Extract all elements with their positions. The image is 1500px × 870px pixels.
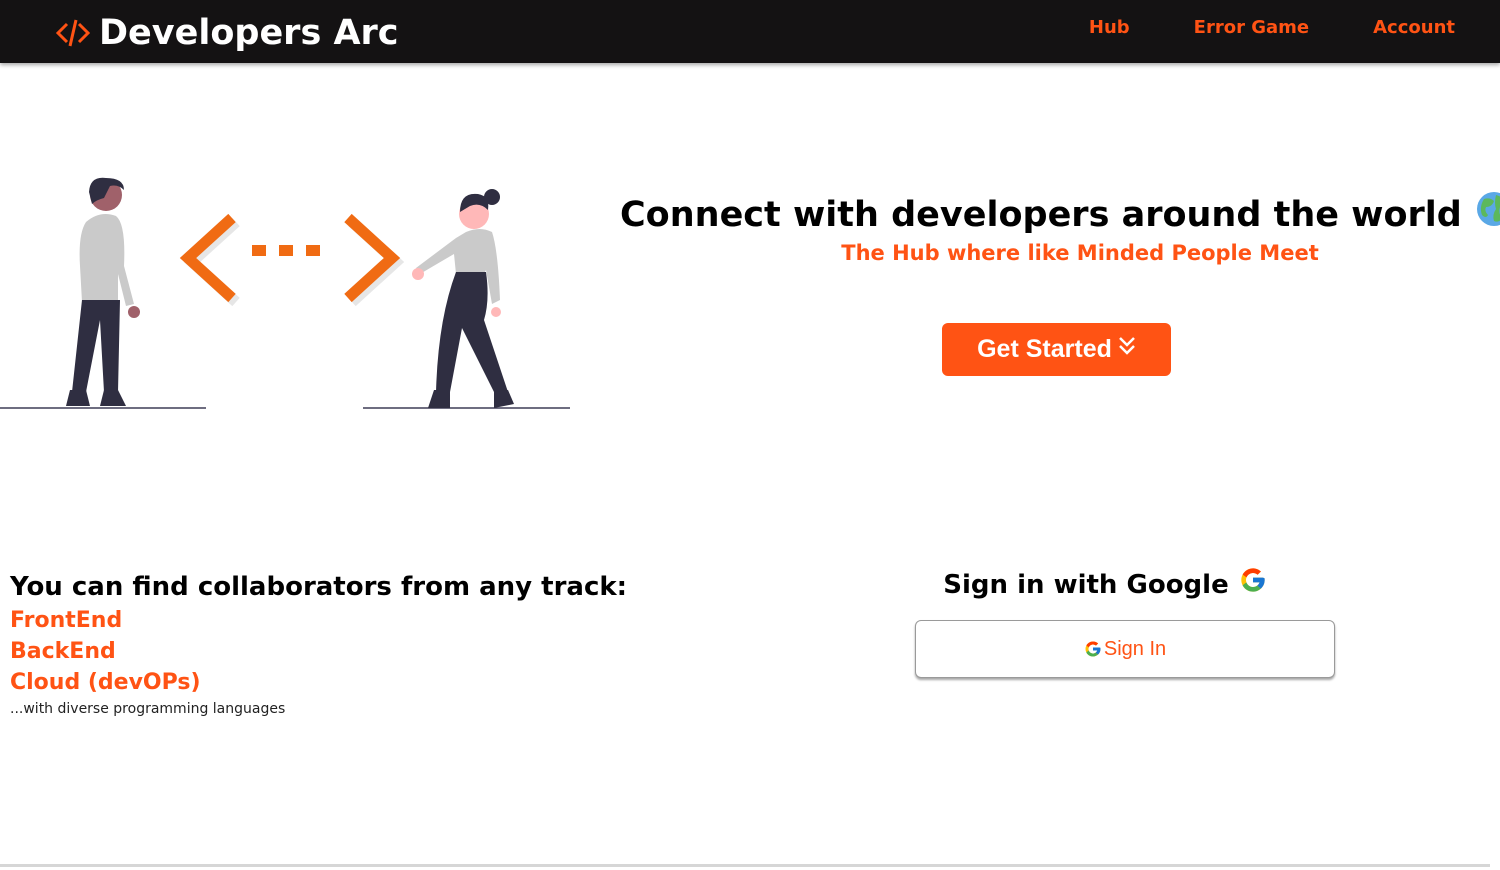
google-icon	[1085, 641, 1101, 657]
google-sign-in-button[interactable]: Sign In	[915, 620, 1335, 678]
code-brackets-icon	[56, 19, 90, 47]
double-chevron-down-icon	[1118, 336, 1135, 355]
sign-in-label: Sign In	[1103, 637, 1167, 660]
brand[interactable]: Developers Arc	[56, 8, 399, 58]
tracks-heading: You can find collaborators from any trac…	[10, 572, 628, 602]
nav-link-account[interactable]: Account	[1373, 17, 1455, 38]
track-item-cloud: Cloud (devOPs)	[10, 670, 201, 695]
signin-heading-text: Sign in with Google	[943, 570, 1229, 600]
hero-illustration	[0, 177, 570, 409]
get-started-button[interactable]: Get Started	[942, 323, 1171, 376]
nav-link-error-game[interactable]: Error Game	[1194, 17, 1309, 38]
tracks-section: You can find collaborators from any trac…	[10, 572, 628, 717]
hero-section: Connect with developers around the world…	[620, 192, 1500, 265]
get-started-label: Get Started	[977, 335, 1112, 363]
google-icon	[1241, 568, 1265, 592]
track-item-backend: BackEnd	[10, 639, 116, 664]
navbar: Developers Arc Hub Error Game Account	[0, 0, 1500, 63]
track-item-frontend: FrontEnd	[10, 608, 123, 633]
code-symbol	[179, 213, 405, 307]
woman-figure	[412, 189, 514, 408]
globe-icon	[1476, 192, 1500, 226]
nav-link-hub[interactable]: Hub	[1089, 17, 1130, 38]
footer-divider	[0, 864, 1490, 867]
hero-subtitle: The Hub where like Minded People Meet	[841, 241, 1319, 265]
signin-heading: Sign in with Google	[875, 568, 1335, 600]
tracks-note: ...with diverse programming languages	[10, 701, 286, 717]
nav-links: Hub Error Game Account	[1025, 17, 1455, 38]
hero-title-text: Connect with developers around the world	[620, 195, 1462, 235]
signin-section: Sign in with Google Sign In	[915, 568, 1335, 678]
brand-name: Developers Arc	[99, 13, 399, 53]
man-figure	[66, 177, 140, 406]
hero-title: Connect with developers around the world	[620, 192, 1500, 235]
